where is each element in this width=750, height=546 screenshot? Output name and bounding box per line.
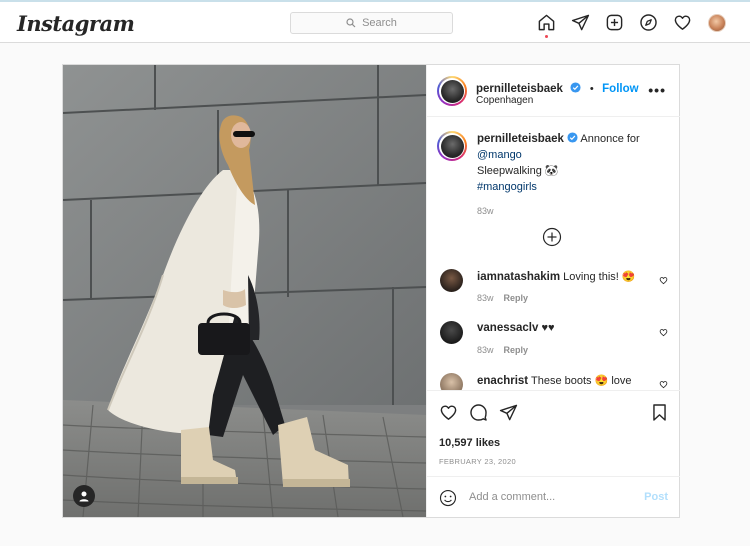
post-location[interactable]: Copenhagen (476, 95, 533, 106)
like-comment-icon[interactable] (659, 328, 668, 337)
verified-badge-icon (567, 132, 578, 143)
post-date[interactable]: FEBRUARY 23, 2020 (439, 457, 516, 466)
search-input[interactable]: Search (290, 12, 453, 34)
activity-icon[interactable] (673, 13, 692, 32)
more-options-icon[interactable]: ••• (648, 82, 666, 98)
caption-text: pernilleteisbaek Annonce for @mango Slee… (477, 131, 672, 219)
comment-item: enachrist These boots 😍 love (427, 373, 680, 390)
post-card: pernilleteisbaek • Follow Copenhagen •••… (62, 64, 680, 518)
comment-input[interactable]: Add a comment... (469, 491, 555, 503)
caption-author-avatar[interactable] (437, 131, 467, 161)
comment-item: iamnatashakim Loving this! 😍 83w Reply (427, 269, 680, 315)
author-avatar[interactable] (437, 76, 467, 106)
like-comment-icon[interactable] (659, 276, 668, 285)
add-comment-bar: Add a comment... Post (427, 476, 680, 518)
comment-icon[interactable] (469, 403, 488, 422)
caption-line2: Sleepwalking 🐼 (477, 165, 559, 177)
separator-dot: • (589, 83, 594, 95)
comment-time: 83w (477, 345, 494, 355)
comment-time: 83w (477, 293, 494, 303)
post-comment-button[interactable]: Post (644, 491, 668, 503)
comment-text: These boots 😍 love (531, 375, 632, 387)
post-image (63, 65, 426, 517)
save-bookmark-icon[interactable] (650, 403, 669, 422)
author-username[interactable]: pernilleteisbaek (476, 83, 563, 95)
verified-badge-icon (570, 82, 581, 93)
comment-username[interactable]: vanessaclv (477, 322, 538, 334)
caption-prefix: Annonce for (580, 133, 640, 145)
caption-mention[interactable]: @mango (477, 147, 672, 163)
comment-text: ♥♥ (541, 322, 555, 334)
comment-text: Loving this! 😍 (563, 271, 636, 283)
reply-button[interactable]: Reply (504, 293, 529, 303)
direct-icon[interactable] (571, 13, 590, 32)
avatar (707, 13, 726, 32)
avatar[interactable] (440, 321, 463, 344)
post-actions: 10,597 likes FEBRUARY 23, 2020 Add a com… (427, 390, 680, 517)
top-nav: Instagram Search (0, 0, 750, 43)
post-sidebar: pernilleteisbaek • Follow Copenhagen •••… (426, 65, 680, 517)
caption-time[interactable]: 83w (477, 203, 672, 219)
instagram-logo[interactable]: Instagram (17, 11, 135, 36)
search-placeholder: Search (362, 17, 397, 29)
caption-hashtag[interactable]: #mangogirls (477, 179, 672, 195)
post-photo[interactable] (63, 65, 426, 517)
user-icon (79, 491, 89, 502)
share-icon[interactable] (499, 403, 518, 422)
tagged-users-button[interactable] (73, 485, 95, 507)
post-header: pernilleteisbaek • Follow Copenhagen ••• (427, 65, 680, 117)
like-icon[interactable] (439, 403, 458, 422)
home-active-dot (545, 35, 548, 38)
load-more-comments-icon[interactable] (542, 227, 562, 247)
likes-count[interactable]: 10,597 likes (439, 437, 500, 449)
follow-button[interactable]: Follow (602, 83, 638, 95)
caption-username[interactable]: pernilleteisbaek (477, 133, 564, 145)
avatar[interactable] (440, 373, 463, 390)
comment-item: vanessaclv ♥♥ 83w Reply (427, 321, 680, 367)
comment-username[interactable]: enachrist (477, 375, 528, 387)
nav-icons (537, 13, 726, 38)
reply-button[interactable]: Reply (504, 345, 529, 355)
new-post-icon[interactable] (605, 13, 624, 32)
profile-avatar[interactable] (707, 13, 726, 32)
like-comment-icon[interactable] (659, 380, 668, 389)
search-icon (346, 18, 356, 28)
comment-username[interactable]: iamnatashakim (477, 271, 560, 283)
home-icon[interactable] (537, 13, 556, 38)
emoji-icon[interactable] (439, 489, 457, 507)
avatar[interactable] (440, 269, 463, 292)
explore-icon[interactable] (639, 13, 658, 32)
